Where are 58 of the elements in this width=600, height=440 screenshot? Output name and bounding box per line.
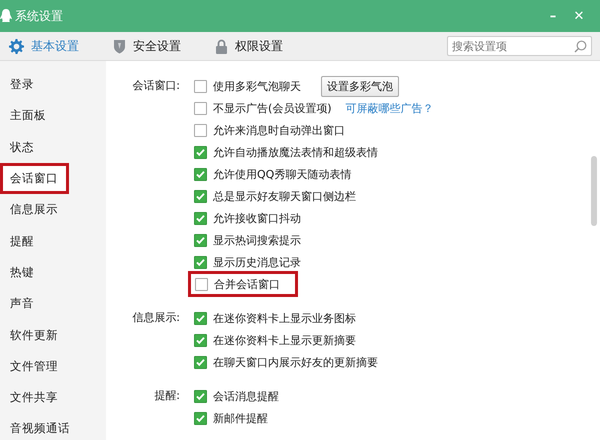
option-label: 在迷你资料卡上显示更新摘要 [213, 332, 356, 348]
checkbox[interactable] [194, 256, 207, 268]
option-label: 允许接收窗口抖动 [213, 210, 301, 226]
checkbox[interactable] [194, 412, 207, 424]
option-label: 在迷你资料卡上显示业务图标 [213, 310, 356, 326]
sidebar-item[interactable]: 信息展示 [0, 194, 106, 226]
option-label: 不显示广告(会员设置项) [213, 100, 332, 116]
help-link[interactable]: 可屏蔽哪些广告？ [346, 100, 434, 116]
option-label: 允许来消息时自动弹出窗口 [213, 122, 345, 138]
checkbox[interactable] [194, 102, 207, 114]
option-label: 使用多彩气泡聊天 [213, 78, 301, 94]
lock-icon [215, 38, 228, 54]
search-field[interactable]: 搜索设置项 [447, 36, 592, 56]
checkbox[interactable] [195, 278, 208, 290]
toolbar-tab[interactable]: 基本设置 [9, 38, 79, 54]
checkbox[interactable] [194, 390, 207, 402]
checkbox[interactable] [194, 356, 207, 368]
option-label: 会话消息提醒 [213, 388, 279, 404]
checkbox[interactable] [194, 234, 207, 246]
toolbar-tab[interactable]: 权限设置 [215, 38, 283, 54]
sidebar-item[interactable]: 热键 [0, 256, 106, 288]
option-label: 允许自动播放魔法表情和超级表情 [213, 144, 378, 160]
window-title: 系统设置 [15, 8, 63, 24]
checkbox[interactable] [194, 168, 207, 180]
sidebar-item[interactable]: 文件管理 [0, 350, 106, 382]
option-label: 新邮件提醒 [213, 410, 268, 426]
checkbox[interactable] [194, 80, 207, 92]
sidebar-item[interactable]: 声音 [0, 288, 106, 320]
sidebar-item[interactable]: 文件共享 [0, 382, 106, 414]
sidebar-item[interactable]: 音视频通话 [0, 413, 106, 440]
section-label: 会话窗口: [131, 78, 181, 94]
option-label: 总是显示好友聊天窗口侧边栏 [213, 188, 356, 204]
shield-icon [113, 38, 126, 54]
option-label: 显示热词搜索提示 [213, 232, 301, 248]
toolbar-tab[interactable]: 安全设置 [113, 38, 181, 54]
checkbox[interactable] [194, 312, 207, 324]
search-icon [574, 40, 587, 53]
section-label: 提醒: [153, 388, 181, 404]
option-label: 允许使用QQ秀聊天随动表情 [213, 166, 352, 182]
sidebar-item[interactable]: 会话窗口 [0, 162, 69, 194]
sidebar-item[interactable]: 主面板 [0, 100, 106, 132]
section-label: 信息展示: [131, 310, 181, 326]
sidebar-item[interactable]: 提醒 [0, 225, 106, 257]
scrollbar[interactable] [591, 156, 597, 226]
sidebar-item[interactable]: 状态 [0, 132, 106, 163]
checkbox[interactable] [194, 190, 207, 202]
option-label: 在聊天窗口内展示好友的更新摘要 [213, 354, 378, 370]
checkbox[interactable] [194, 334, 207, 346]
checkbox[interactable] [194, 124, 207, 136]
checkbox[interactable] [194, 212, 207, 224]
option-label: 显示历史消息记录 [213, 254, 301, 270]
checkbox[interactable] [194, 146, 207, 158]
option-label: 合并会话窗口 [214, 276, 280, 292]
penguin-icon [0, 9, 12, 23]
gear-icon [9, 38, 24, 54]
settings-button[interactable]: 设置多彩气泡 [321, 76, 399, 96]
sidebar-item[interactable]: 软件更新 [0, 319, 106, 351]
sidebar-item[interactable]: 登录 [0, 69, 106, 100]
